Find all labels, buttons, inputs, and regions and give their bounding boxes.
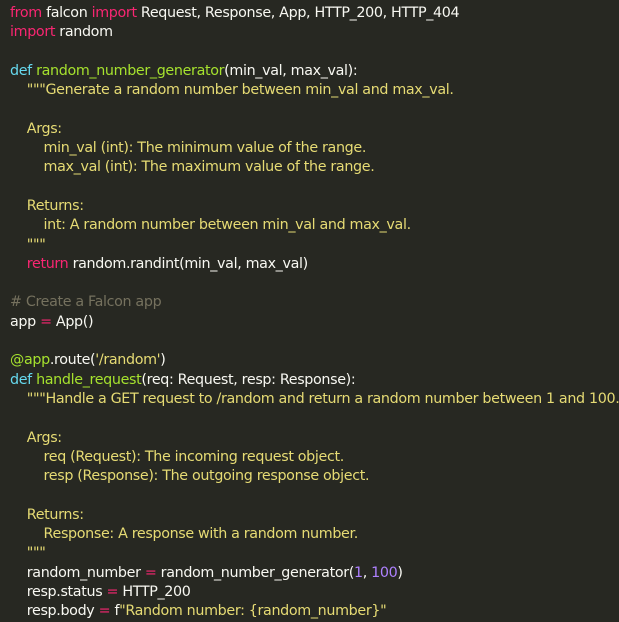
code-line[interactable]: return random.randint(min_val, max_val) bbox=[10, 255, 619, 274]
code-token: = bbox=[144, 564, 157, 581]
code-line[interactable]: random_number = random_number_generator(… bbox=[10, 564, 619, 583]
code-line[interactable]: import random bbox=[10, 23, 619, 42]
code-line[interactable] bbox=[10, 486, 619, 505]
code-token: 1 bbox=[353, 564, 363, 581]
code-token: from bbox=[10, 5, 42, 21]
code-line[interactable]: int: A random number between min_val and… bbox=[10, 216, 619, 235]
code-token: req (Request): The incoming request obje… bbox=[10, 448, 345, 465]
code-line[interactable]: app = App() bbox=[10, 313, 619, 332]
code-content[interactable]: from falcon import Request, Response, Ap… bbox=[10, 4, 619, 622]
code-line[interactable]: Args: bbox=[10, 429, 619, 448]
code-line[interactable] bbox=[10, 332, 619, 351]
code-token: """Handle a GET request to /random and r… bbox=[10, 390, 619, 407]
code-token: Args: bbox=[10, 429, 62, 446]
code-line[interactable] bbox=[10, 178, 619, 197]
code-token: ) bbox=[397, 564, 403, 581]
code-token: HTTP_200 bbox=[118, 583, 191, 600]
code-line[interactable]: resp.status = HTTP_200 bbox=[10, 583, 619, 602]
code-token: import bbox=[10, 24, 56, 41]
code-line[interactable]: def random_number_generator(min_val, max… bbox=[10, 62, 619, 81]
code-line[interactable] bbox=[10, 43, 619, 62]
code-token: 100 bbox=[371, 564, 398, 581]
code-token: def bbox=[10, 371, 32, 388]
code-line[interactable] bbox=[10, 409, 619, 428]
code-token: = bbox=[106, 583, 119, 600]
code-token: resp.body bbox=[10, 603, 99, 620]
code-token: App() bbox=[51, 313, 94, 330]
code-line[interactable]: Args: bbox=[10, 120, 619, 139]
code-token: (min_val, max_val): bbox=[224, 62, 358, 79]
code-token: """ bbox=[10, 545, 46, 562]
code-token: Response: A response with a random numbe… bbox=[10, 526, 359, 543]
code-line[interactable]: Returns: bbox=[10, 506, 619, 525]
code-token: , bbox=[362, 564, 372, 581]
code-editor[interactable]: from falcon import Request, Response, Ap… bbox=[0, 0, 619, 619]
code-line[interactable] bbox=[10, 100, 619, 119]
code-line[interactable] bbox=[10, 274, 619, 293]
code-token: import bbox=[91, 5, 137, 21]
code-token: int: A random number between min_val and… bbox=[10, 217, 412, 234]
code-token: f bbox=[110, 603, 120, 620]
code-token: Args: bbox=[10, 120, 62, 137]
code-token: (req: Request, resp: Response): bbox=[141, 371, 356, 388]
code-token: Request, Response, App, HTTP_200, HTTP_4… bbox=[136, 5, 460, 21]
code-token: Returns: bbox=[10, 197, 84, 214]
code-line[interactable]: def handle_request(req: Request, resp: R… bbox=[10, 371, 619, 390]
code-token: max_val (int): The maximum value of the … bbox=[10, 159, 375, 176]
code-line[interactable]: req (Request): The incoming request obje… bbox=[10, 448, 619, 467]
code-token: resp (Response): The outgoing response o… bbox=[10, 468, 370, 485]
code-line[interactable]: @app.route('/random') bbox=[10, 351, 619, 370]
code-line[interactable]: """ bbox=[10, 236, 619, 255]
code-line[interactable]: max_val (int): The maximum value of the … bbox=[10, 158, 619, 177]
code-token: falcon bbox=[41, 5, 92, 21]
code-line[interactable]: from falcon import Request, Response, Ap… bbox=[10, 4, 619, 23]
code-line[interactable]: resp (Response): The outgoing response o… bbox=[10, 467, 619, 486]
code-line[interactable]: min_val (int): The minimum value of the … bbox=[10, 139, 619, 158]
code-token: random_number_generator bbox=[36, 62, 225, 79]
code-line[interactable]: Returns: bbox=[10, 197, 619, 216]
code-token: = bbox=[40, 313, 52, 330]
code-token: @app bbox=[10, 352, 50, 369]
code-line[interactable]: Response: A response with a random numbe… bbox=[10, 525, 619, 544]
code-token: ) bbox=[160, 352, 166, 369]
code-token: "Random number: {random_number}" bbox=[119, 603, 387, 620]
code-token: min_val (int): The minimum value of the … bbox=[10, 140, 367, 157]
code-token: '/random' bbox=[95, 352, 161, 369]
code-line[interactable]: """Generate a random number between min_… bbox=[10, 81, 619, 100]
code-token: = bbox=[98, 603, 111, 620]
code-token: .route( bbox=[49, 352, 96, 369]
code-token: random bbox=[55, 24, 113, 41]
code-line[interactable]: """Handle a GET request to /random and r… bbox=[10, 390, 619, 409]
code-line[interactable]: """ bbox=[10, 544, 619, 563]
code-token: app bbox=[10, 313, 41, 330]
code-token: Returns: bbox=[10, 506, 84, 523]
code-token: random_number bbox=[10, 564, 145, 581]
code-token: resp.status bbox=[10, 583, 107, 600]
code-token: """ bbox=[10, 236, 46, 253]
code-token: random.randint(min_val, max_val) bbox=[68, 255, 309, 272]
code-token: def bbox=[10, 62, 32, 79]
code-token: random_number_generator( bbox=[156, 564, 355, 581]
code-token: handle_request bbox=[36, 371, 142, 388]
code-line[interactable]: # Create a Falcon app bbox=[10, 293, 619, 312]
code-token: # Create a Falcon app bbox=[10, 294, 162, 311]
code-token: """Generate a random number between min_… bbox=[10, 82, 454, 99]
code-token: return bbox=[26, 255, 69, 272]
code-line[interactable]: resp.body = f"Random number: {random_num… bbox=[10, 602, 619, 621]
